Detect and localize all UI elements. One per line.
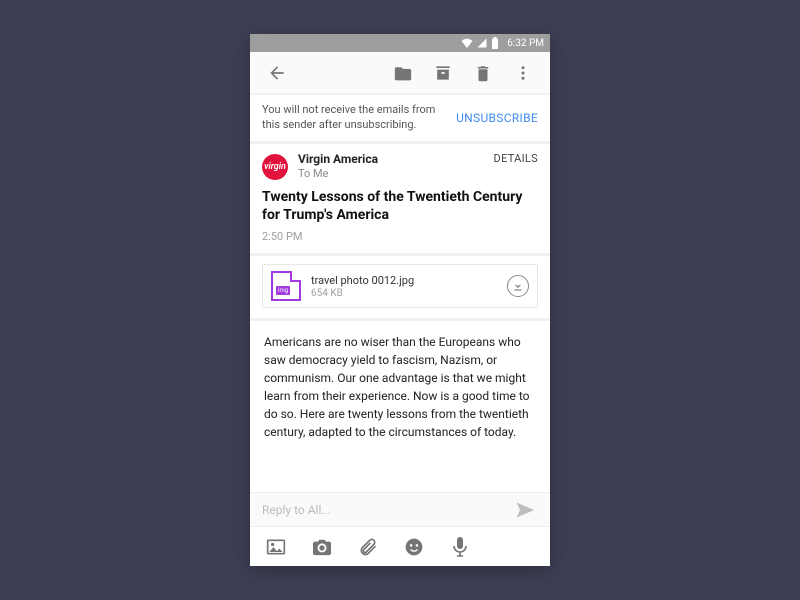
unsubscribe-text: You will not receive the emails from thi… — [262, 103, 448, 133]
trash-icon — [474, 63, 492, 83]
wifi-icon — [461, 38, 473, 48]
sender-avatar[interactable]: virgin — [262, 154, 288, 180]
compose-toolbar — [250, 526, 550, 566]
attachment-thumb: img — [271, 271, 301, 301]
attachment-size: 654 KB — [311, 288, 497, 299]
archive-button[interactable] — [426, 56, 460, 90]
send-icon — [515, 500, 535, 520]
overflow-button[interactable] — [506, 56, 540, 90]
subject-block: Twenty Lessons of the Twentieth Century … — [250, 184, 550, 256]
attachment-info: travel photo 0012.jpg 654 KB — [311, 274, 497, 299]
download-icon — [512, 280, 524, 292]
send-button[interactable] — [512, 497, 538, 523]
sender-name: Virgin America — [298, 152, 484, 166]
email-body: Americans are no wiser than the European… — [250, 321, 550, 492]
unsubscribe-link[interactable]: UNSUBSCRIBE — [456, 111, 538, 125]
emoji-button[interactable] — [402, 535, 426, 559]
attachment-type-tag: img — [276, 286, 290, 295]
camera-icon — [311, 538, 333, 556]
reply-input[interactable] — [262, 503, 512, 517]
back-arrow-icon — [267, 63, 287, 83]
unsubscribe-banner: You will not receive the emails from thi… — [250, 94, 550, 144]
sender-row: virgin Virgin America To Me DETAILS — [250, 144, 550, 184]
signal-icon — [477, 38, 487, 48]
sender-recipient: To Me — [298, 167, 484, 180]
mic-icon — [452, 536, 468, 558]
camera-button[interactable] — [310, 535, 334, 559]
attach-button[interactable] — [356, 535, 380, 559]
folder-icon — [393, 64, 413, 82]
reply-bar — [250, 492, 550, 526]
attachment-download-button[interactable] — [507, 275, 529, 297]
paperclip-icon — [358, 537, 378, 557]
delete-button[interactable] — [466, 56, 500, 90]
sender-meta: Virgin America To Me — [298, 152, 484, 180]
kebab-icon — [514, 64, 532, 82]
voice-button[interactable] — [448, 535, 472, 559]
archive-icon — [433, 63, 453, 83]
gallery-button[interactable] — [264, 535, 288, 559]
toolbar — [250, 52, 550, 94]
move-button[interactable] — [386, 56, 420, 90]
statusbar: 6:32 PM — [250, 34, 550, 52]
details-button[interactable]: DETAILS — [494, 152, 538, 165]
attachment-card[interactable]: img travel photo 0012.jpg 654 KB — [262, 264, 538, 308]
attachment-name: travel photo 0012.jpg — [311, 274, 497, 287]
email-time: 2:50 PM — [262, 230, 538, 243]
image-icon — [266, 538, 286, 556]
back-button[interactable] — [260, 56, 294, 90]
email-subject: Twenty Lessons of the Twentieth Century … — [262, 188, 538, 224]
email-screen: 6:32 PM You will not receive the emails … — [250, 34, 550, 566]
clock-text: 6:32 PM — [507, 38, 544, 49]
battery-icon — [491, 37, 499, 49]
emoji-icon — [404, 537, 424, 557]
